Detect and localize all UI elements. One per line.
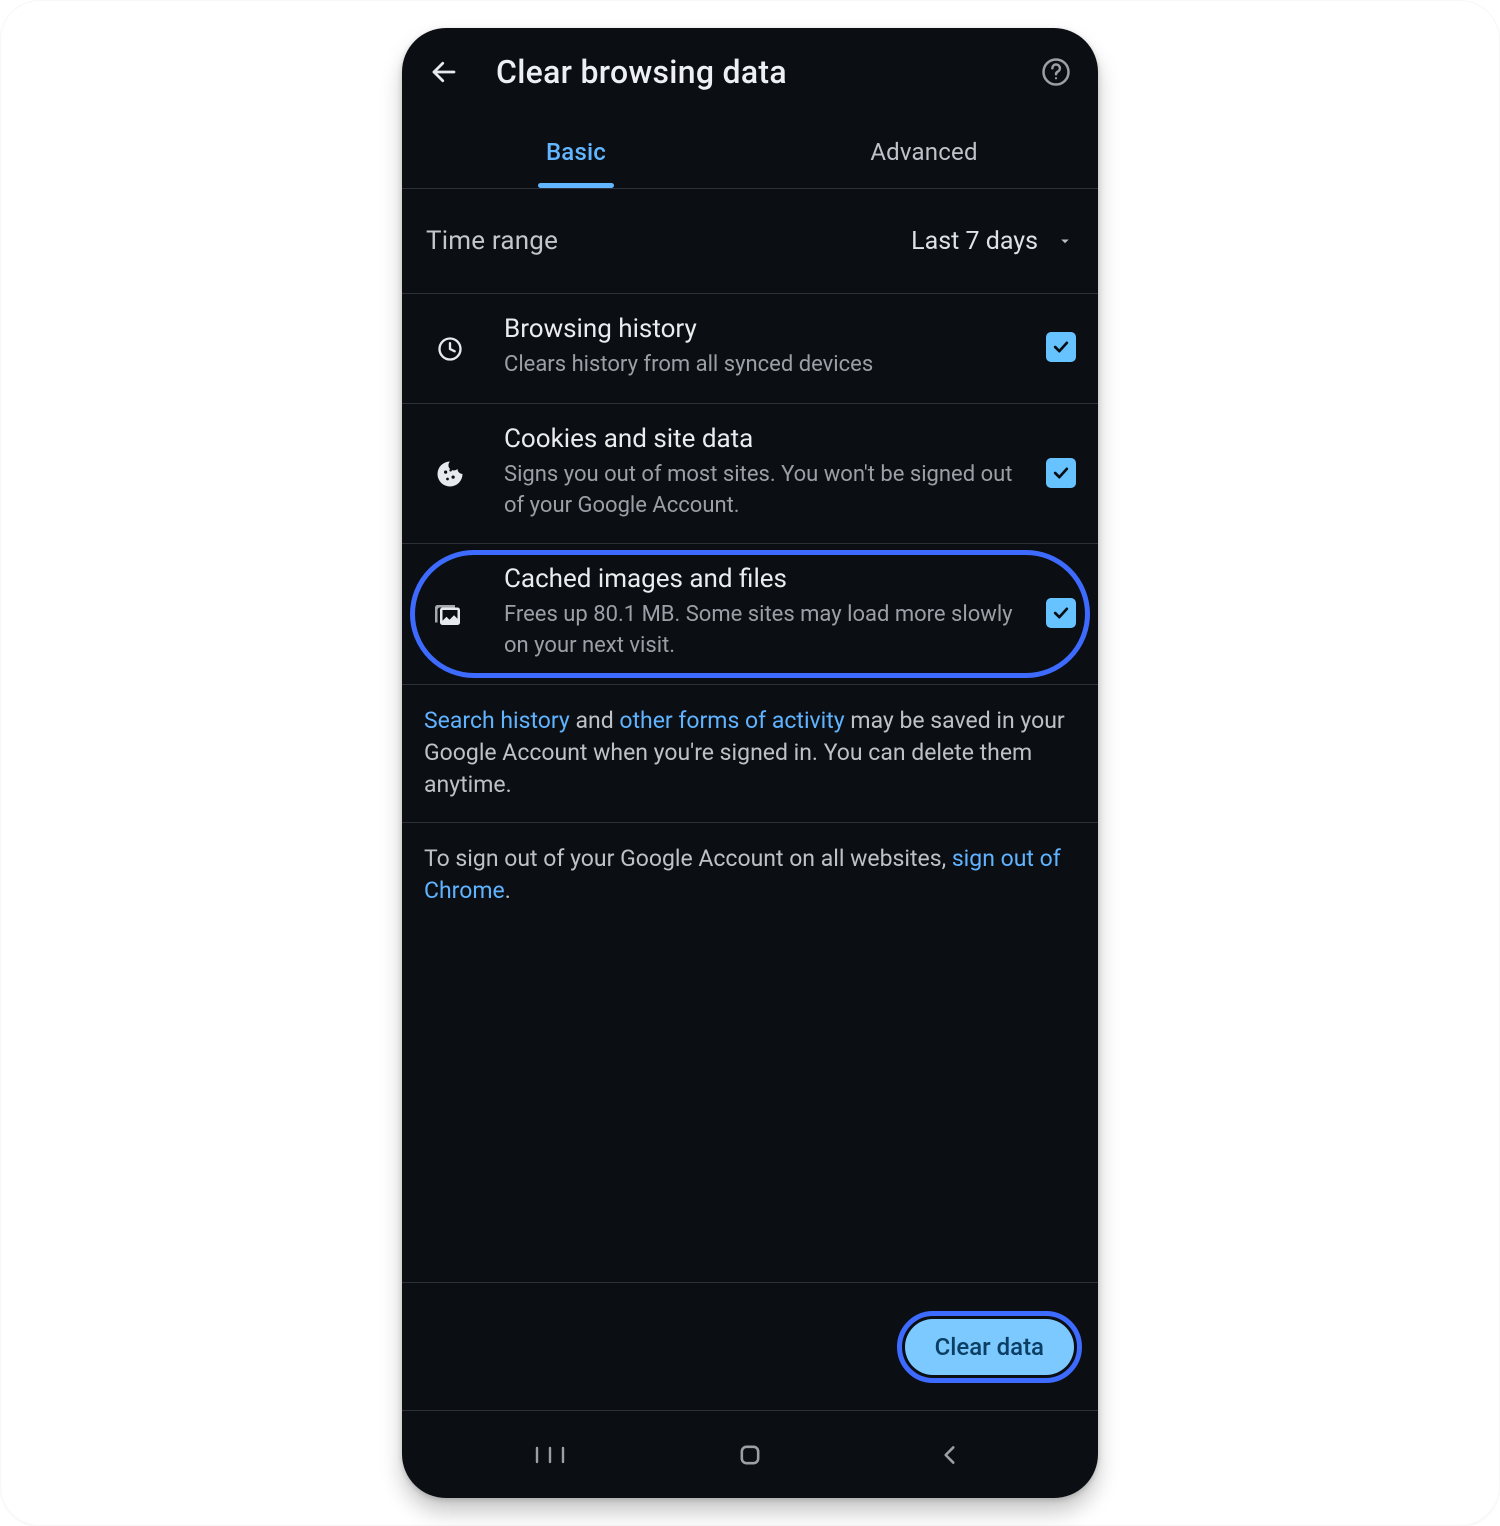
button-label: Clear data: [935, 1333, 1044, 1361]
option-browsing-history[interactable]: Browsing history Clears history from all…: [402, 294, 1098, 403]
home-icon: [736, 1441, 764, 1469]
help-button[interactable]: [1032, 48, 1080, 96]
cookie-icon: [435, 459, 465, 489]
note-part: .: [505, 877, 511, 904]
chevron-left-icon: [937, 1442, 963, 1468]
note-part: and: [570, 707, 620, 734]
option-cached[interactable]: Cached images and files Frees up 80.1 MB…: [402, 544, 1098, 684]
tab-advanced[interactable]: Advanced: [750, 116, 1098, 188]
account-activity-note: Search history and other forms of activi…: [402, 685, 1098, 822]
page-title: Clear browsing data: [496, 53, 1014, 91]
link-other-activity[interactable]: other forms of activity: [619, 707, 844, 734]
option-subtitle: Clears history from all synced devices: [504, 350, 1014, 381]
check-icon: [1051, 463, 1071, 483]
clear-data-button[interactable]: Clear data: [905, 1319, 1074, 1375]
check-icon: [1051, 603, 1071, 623]
nav-recents-button[interactable]: [518, 1435, 582, 1475]
link-search-history[interactable]: Search history: [424, 707, 570, 734]
recents-icon: [533, 1446, 567, 1464]
image-stack-icon: [435, 600, 465, 630]
time-range-row[interactable]: Time range Last 7 days: [402, 189, 1098, 293]
checkbox-cached[interactable]: [1046, 598, 1076, 628]
nav-back-button[interactable]: [918, 1435, 982, 1475]
note-part: To sign out of your Google Account on al…: [424, 845, 952, 872]
history-icon: [436, 335, 464, 363]
tabbar: Basic Advanced: [402, 116, 1098, 188]
check-icon: [1051, 337, 1071, 357]
appbar: Clear browsing data: [402, 28, 1098, 116]
arrow-left-icon: [429, 57, 459, 87]
tab-label: Basic: [546, 138, 606, 166]
note-text: To sign out of your Google Account on al…: [424, 843, 1076, 907]
tab-basic[interactable]: Basic: [402, 116, 750, 188]
tab-indicator: [402, 183, 750, 188]
chevron-down-icon: [1056, 232, 1074, 250]
time-range-value: Last 7 days: [911, 227, 1038, 256]
nav-home-button[interactable]: [718, 1435, 782, 1475]
phone-frame: Clear browsing data Basic Advanced Time …: [402, 28, 1098, 1498]
android-navbar: [402, 1410, 1098, 1498]
checkbox-browsing-history[interactable]: [1046, 332, 1076, 362]
option-cookies[interactable]: Cookies and site data Signs you out of m…: [402, 404, 1098, 544]
tab-label: Advanced: [870, 138, 977, 166]
help-circle-icon: [1041, 57, 1071, 87]
time-range-label: Time range: [426, 226, 558, 256]
option-title: Browsing history: [504, 314, 1014, 344]
note-text: Search history and other forms of activi…: [424, 705, 1076, 802]
option-subtitle: Signs you out of most sites. You won't b…: [504, 460, 1014, 522]
option-title: Cached images and files: [504, 564, 1014, 594]
back-button[interactable]: [420, 48, 468, 96]
time-range-value-wrap[interactable]: Last 7 days: [911, 227, 1074, 256]
action-bar: Clear data: [402, 1282, 1098, 1410]
signout-note: To sign out of your Google Account on al…: [402, 823, 1098, 927]
option-subtitle: Frees up 80.1 MB. Some sites may load mo…: [504, 600, 1014, 662]
option-title: Cookies and site data: [504, 424, 1014, 454]
checkbox-cookies[interactable]: [1046, 458, 1076, 488]
